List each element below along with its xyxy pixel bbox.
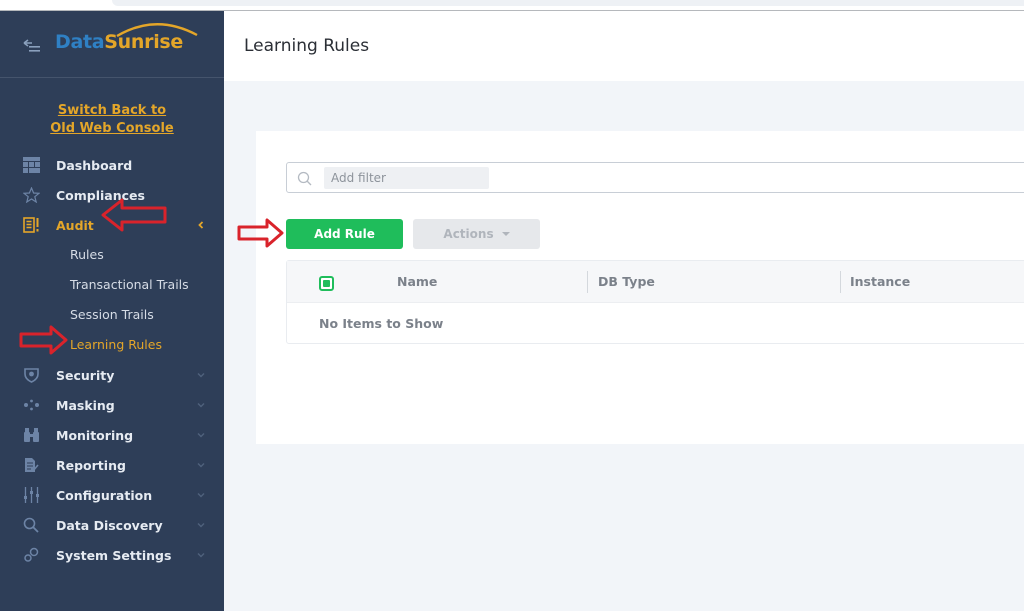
chevron-down-icon xyxy=(197,373,205,378)
sidebar-item-configuration[interactable]: Configuration xyxy=(0,480,224,510)
chevron-down-icon xyxy=(197,553,205,558)
sidebar-item-label: Reporting xyxy=(56,457,126,473)
caret-down-icon xyxy=(501,232,510,236)
shield-icon xyxy=(24,368,39,383)
chevron-down-icon xyxy=(197,403,205,408)
chevron-down-icon xyxy=(197,523,205,528)
sidebar-item-masking[interactable]: Masking xyxy=(0,390,224,420)
chevron-down-icon xyxy=(197,463,205,468)
sidebar-header: DataSunrise xyxy=(0,11,224,78)
sidebar-nav: Dashboard Compliances Audit Rules Transa… xyxy=(0,150,224,570)
switch-to-old-console-link[interactable]: Switch Back to Old Web Console xyxy=(0,102,224,138)
filter-bar[interactable] xyxy=(286,162,1024,193)
sidebar-item-audit[interactable]: Audit xyxy=(0,210,224,240)
dashboard-icon xyxy=(23,157,40,173)
sidebar-item-label: System Settings xyxy=(56,547,172,563)
page-title: Learning Rules xyxy=(244,36,370,56)
add-rule-button[interactable]: Add Rule xyxy=(286,219,403,249)
gears-icon xyxy=(24,547,39,562)
switch-link-line2: Old Web Console xyxy=(50,121,174,136)
sidebar-item-reporting[interactable]: Reporting xyxy=(0,450,224,480)
sidebar-item-data-discovery[interactable]: Data Discovery xyxy=(0,510,224,540)
sidebar-subitem-label: Learning Rules xyxy=(70,337,162,352)
masking-icon xyxy=(24,399,39,411)
search-icon xyxy=(23,517,39,533)
sidebar-item-label: Security xyxy=(56,367,115,383)
audit-icon xyxy=(23,217,39,233)
datasunrise-logo: DataSunrise xyxy=(55,23,198,53)
browser-top-strip xyxy=(0,0,1024,11)
sidebar-item-label: Audit xyxy=(56,217,94,233)
sidebar-subitem-label: Rules xyxy=(70,247,104,262)
sidebar-item-compliances[interactable]: Compliances xyxy=(0,180,224,210)
report-icon xyxy=(25,458,39,472)
sidebar-subitem-label: Session Trails xyxy=(70,307,154,322)
column-divider[interactable] xyxy=(840,271,841,293)
sidebar-item-label: Masking xyxy=(56,397,115,413)
sidebar-subitem-transactional-trails[interactable]: Transactional Trails xyxy=(0,270,224,300)
binoculars-icon xyxy=(24,428,39,442)
actions-dropdown-button[interactable]: Actions xyxy=(413,219,540,249)
column-divider[interactable] xyxy=(587,271,588,293)
sidebar-item-security[interactable]: Security xyxy=(0,360,224,390)
browser-tab-bar xyxy=(112,0,1024,6)
select-all-checkbox[interactable] xyxy=(319,276,334,291)
collapse-sidebar-icon[interactable] xyxy=(23,39,41,53)
chevron-left-icon xyxy=(198,221,204,229)
chevron-down-icon xyxy=(197,493,205,498)
content-card: Add Rule Actions Name DB Type Instance N… xyxy=(256,131,1024,444)
page-header: Learning Rules xyxy=(224,11,1024,81)
rules-table: Name DB Type Instance No Items to Show xyxy=(286,260,1024,344)
sidebar-item-label: Data Discovery xyxy=(56,517,163,533)
sidebar-item-label: Configuration xyxy=(56,487,153,503)
sidebar-item-system-settings[interactable]: System Settings xyxy=(0,540,224,570)
empty-table-message: No Items to Show xyxy=(319,316,444,331)
sliders-icon xyxy=(24,487,39,503)
sidebar-item-monitoring[interactable]: Monitoring xyxy=(0,420,224,450)
column-header-instance[interactable]: Instance xyxy=(850,274,910,289)
add-filter-input[interactable] xyxy=(324,167,489,189)
sidebar-subitem-label: Transactional Trails xyxy=(70,277,189,292)
switch-link-line1: Switch Back to xyxy=(57,103,167,118)
sidebar: DataSunrise Switch Back to Old Web Conso… xyxy=(0,11,224,611)
sunrise-arc-icon xyxy=(116,23,198,37)
actions-label: Actions xyxy=(443,227,494,241)
search-icon xyxy=(297,171,312,186)
sidebar-subitem-session-trails[interactable]: Session Trails xyxy=(0,300,224,330)
star-icon xyxy=(23,187,40,203)
sidebar-subitem-rules[interactable]: Rules xyxy=(0,240,224,270)
sidebar-item-label: Compliances xyxy=(56,187,145,203)
sidebar-item-label: Monitoring xyxy=(56,427,134,443)
table-header: Name DB Type Instance xyxy=(287,261,1024,303)
sidebar-subitem-learning-rules[interactable]: Learning Rules xyxy=(0,330,224,360)
column-header-name[interactable]: Name xyxy=(397,274,437,289)
column-header-db-type[interactable]: DB Type xyxy=(598,274,655,289)
logo-text-data: Data xyxy=(55,31,105,53)
sidebar-item-dashboard[interactable]: Dashboard xyxy=(0,150,224,180)
sidebar-item-label: Dashboard xyxy=(56,157,133,173)
chevron-down-icon xyxy=(197,433,205,438)
